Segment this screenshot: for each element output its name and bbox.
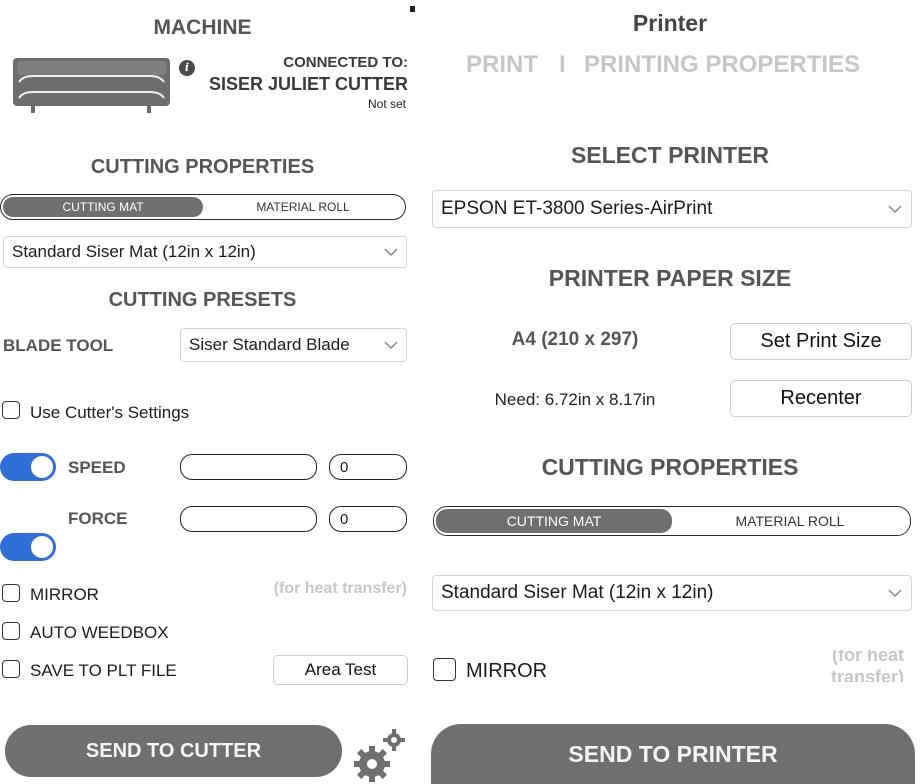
force-value: 0 xyxy=(340,510,349,528)
machine-title: MACHINE xyxy=(153,16,252,39)
right-cutting-mode-segmented: CUTTING MAT MATERIAL ROLL xyxy=(433,506,911,536)
auto-weedbox-checkbox[interactable] xyxy=(2,622,20,640)
force-slider[interactable] xyxy=(180,506,317,532)
use-cutter-settings-checkbox[interactable] xyxy=(2,401,20,419)
paper-size-value: A4 (210 x 297) xyxy=(511,329,639,350)
right-mat-select[interactable]: Standard Siser Mat (12in x 12in) xyxy=(432,575,912,611)
tab-separator: I xyxy=(559,51,566,78)
tab-material-roll[interactable]: MATERIAL ROLL xyxy=(203,197,403,217)
mirror-hint: (for heat transfer) xyxy=(273,580,407,597)
recenter-button[interactable]: Recenter xyxy=(730,380,912,417)
force-label: FORCE xyxy=(68,509,128,528)
cutter-machine-icon xyxy=(13,58,170,113)
right-mirror-hint: (for heat transfer) xyxy=(800,650,904,682)
right-mat-value: Standard Siser Mat (12in x 12in) xyxy=(441,582,714,603)
cutting-mode-segmented: CUTTING MAT MATERIAL ROLL xyxy=(0,194,406,220)
select-printer-title: SELECT PRINTER xyxy=(570,142,770,168)
blade-tool-select[interactable]: Siser Standard Blade xyxy=(180,328,407,362)
cutting-presets-title: CUTTING PRESETS xyxy=(108,289,297,311)
right-mirror-checkbox[interactable] xyxy=(433,658,456,681)
save-plt-checkbox[interactable] xyxy=(2,660,20,678)
auto-weedbox-label: AUTO WEEDBOX xyxy=(30,623,169,642)
right-cutting-properties-title: CUTTING PROPERTIES xyxy=(541,454,799,480)
paper-size-title: PRINTER PAPER SIZE xyxy=(548,265,792,291)
send-to-printer-button[interactable]: SEND TO PRINTER xyxy=(431,724,915,784)
force-toggle[interactable] xyxy=(0,533,56,561)
mirror-hint-line2: transfer) xyxy=(830,667,904,682)
tab-cutting-mat[interactable]: CUTTING MAT xyxy=(436,509,672,533)
cutting-properties-title: CUTTING PROPERTIES xyxy=(90,156,315,178)
set-print-size-button[interactable]: Set Print Size xyxy=(730,323,912,360)
connected-label: CONNECTED TO: xyxy=(283,54,408,71)
force-value-field[interactable]: 0 xyxy=(329,506,407,532)
speed-label: SPEED xyxy=(68,458,126,477)
tab-printing-properties[interactable]: PRINTING PROPERTIES xyxy=(584,51,860,79)
device-status: Not set xyxy=(367,97,406,111)
send-to-cutter-button[interactable]: SEND TO CUTTER xyxy=(5,725,342,777)
left-panel: MACHINE i CONNECTED TO: SISER JULIET CUT… xyxy=(0,0,921,782)
window-corner-mark xyxy=(410,6,415,12)
printer-value: EPSON ET-3800 Series-AirPrint xyxy=(441,198,713,219)
chevron-down-icon xyxy=(888,589,902,598)
speed-value-field[interactable]: 0 xyxy=(329,454,407,480)
mirror-label: MIRROR xyxy=(30,585,99,604)
right-mirror-label: MIRROR xyxy=(466,660,548,682)
device-name: SISER JULIET CUTTER xyxy=(208,74,408,94)
tab-material-roll[interactable]: MATERIAL ROLL xyxy=(672,509,908,533)
blade-tool-value: Siser Standard Blade xyxy=(189,335,350,354)
printer-select[interactable]: EPSON ET-3800 Series-AirPrint xyxy=(432,190,912,228)
chevron-down-icon xyxy=(384,341,398,350)
gears-icon[interactable] xyxy=(352,728,408,784)
tab-print[interactable]: PRINT xyxy=(466,51,538,79)
printer-title: Printer xyxy=(632,10,708,36)
speed-slider[interactable] xyxy=(180,454,317,480)
speed-value: 0 xyxy=(340,458,349,476)
tab-cutting-mat[interactable]: CUTTING MAT xyxy=(3,197,203,217)
chevron-down-icon xyxy=(888,205,902,214)
mat-select[interactable]: Standard Siser Mat (12in x 12in) xyxy=(3,236,407,268)
need-size-text: Need: 6.72in x 8.17in xyxy=(494,390,656,409)
speed-toggle[interactable] xyxy=(0,453,56,481)
mat-select-value: Standard Siser Mat (12in x 12in) xyxy=(12,242,256,261)
use-cutter-settings-label: Use Cutter's Settings xyxy=(30,403,190,422)
mirror-checkbox[interactable] xyxy=(2,584,20,602)
chevron-down-icon xyxy=(384,248,398,257)
save-plt-label: SAVE TO PLT FILE xyxy=(30,661,177,680)
blade-tool-label: BLADE TOOL xyxy=(3,336,114,355)
area-test-button[interactable]: Area Test xyxy=(273,655,408,685)
mirror-hint-line1: (for heat xyxy=(832,650,904,665)
